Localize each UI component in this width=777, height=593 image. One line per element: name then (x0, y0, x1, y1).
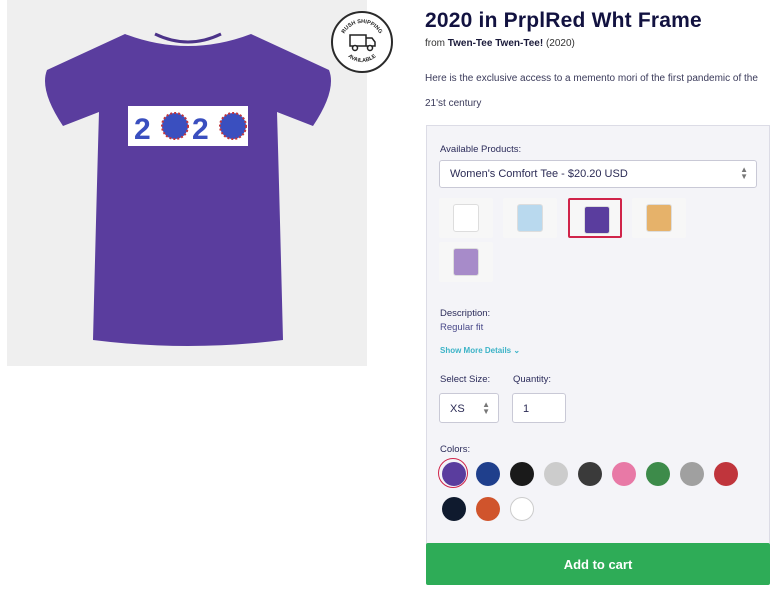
color-swatch[interactable] (680, 462, 704, 486)
rush-shipping-badge: RUSH SHIPPING AVAILABLE (331, 11, 393, 73)
shop-link[interactable]: Twen-Tee Twen-Tee! (448, 38, 543, 49)
quantity-input[interactable]: 1 (512, 393, 566, 423)
color-swatch[interactable] (578, 462, 602, 486)
size-select[interactable]: XS ▲ ▼ (439, 393, 499, 423)
description-label: Description: (440, 308, 491, 319)
quantity-label: Quantity: (513, 374, 552, 385)
color-swatch[interactable] (612, 462, 636, 486)
color-swatch[interactable] (442, 497, 466, 521)
add-to-cart-button[interactable]: Add to cart (426, 543, 770, 585)
thumbnail-socks[interactable] (503, 198, 557, 238)
show-more-details-link[interactable]: Show More Details ⌄ (440, 346, 520, 355)
available-products-label: Available Products: (440, 144, 522, 155)
color-swatch[interactable] (476, 497, 500, 521)
product-select[interactable]: Women's Comfort Tee - $20.20 USD ▲ ▼ (439, 160, 757, 188)
print-digit-2b: 2 (192, 113, 209, 146)
product-title: 2020 in PrplRed Wht Frame (425, 9, 702, 32)
thumbnail-mug[interactable] (439, 198, 493, 238)
chevron-down-icon: ⌄ (513, 346, 521, 355)
description-value: Regular fit (440, 322, 484, 333)
color-swatch[interactable] (544, 462, 568, 486)
colors-label: Colors: (440, 444, 471, 455)
color-swatch[interactable] (714, 462, 738, 486)
color-swatch[interactable] (646, 462, 670, 486)
color-swatch[interactable] (510, 497, 534, 521)
truck-icon (349, 34, 376, 52)
product-description: Here is the exclusive access to a mement… (425, 73, 758, 109)
select-size-label: Select Size: (440, 374, 491, 385)
updown-arrow-icon: ▲ ▼ (482, 400, 490, 416)
tshirt-illustration: 2 2 (45, 32, 331, 346)
product-image: 2 2 (7, 0, 367, 366)
thumbnail-tank-top[interactable] (632, 198, 686, 238)
thumbnail-womens-tee[interactable] (568, 198, 622, 238)
svg-text:RUSH SHIPPING: RUSH SHIPPING (341, 19, 383, 35)
svg-text:AVAILABLE: AVAILABLE (347, 53, 378, 64)
color-swatch[interactable] (438, 458, 468, 488)
color-swatch[interactable] (476, 462, 500, 486)
product-from: from Twen-Tee Twen-Tee! (2020) (425, 38, 575, 49)
updown-arrow-icon: ▲ ▼ (740, 165, 748, 181)
thumbnail-socks-purple[interactable] (439, 242, 493, 282)
print-digit-2a: 2 (134, 113, 151, 146)
product-options-panel: Available Products: Women's Comfort Tee … (426, 125, 770, 545)
color-swatch[interactable] (510, 462, 534, 486)
